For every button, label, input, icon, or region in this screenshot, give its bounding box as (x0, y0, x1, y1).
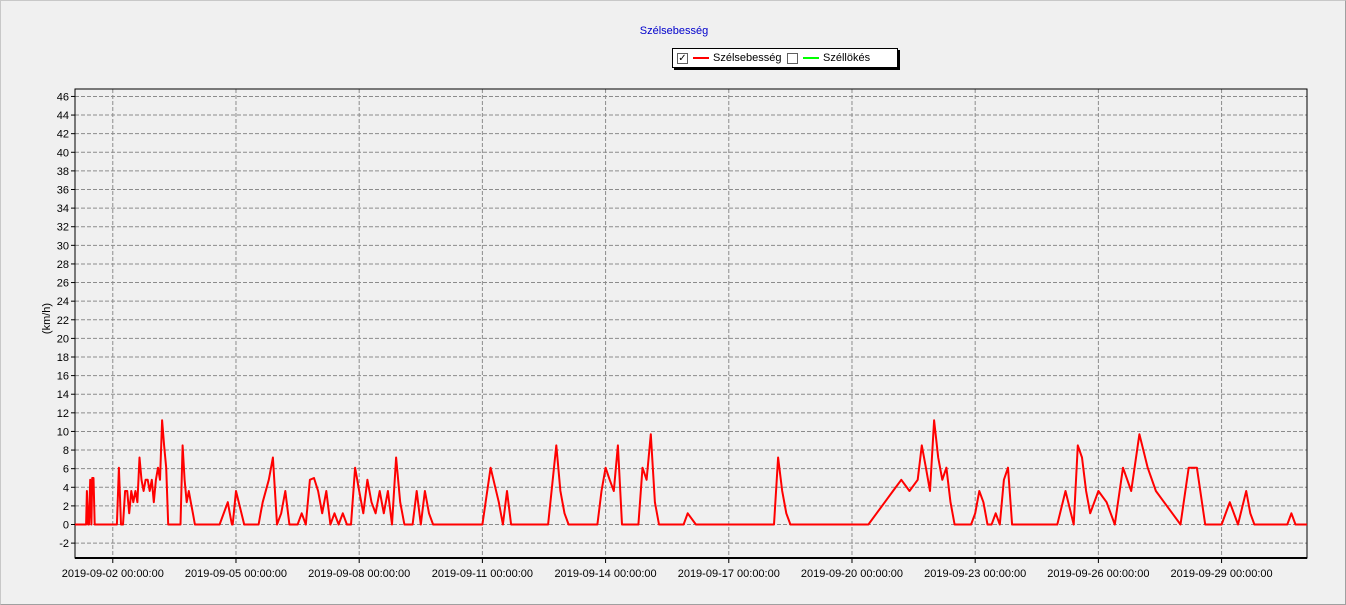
x-tick-label: 2019-09-02 00:00:00 (62, 568, 164, 580)
y-tick-label: 42 (57, 129, 69, 141)
y-tick-label: 36 (57, 185, 69, 197)
y-axis-label: (km/h) (41, 303, 53, 334)
y-tick-label: 16 (57, 371, 69, 383)
y-tick-label: 26 (57, 278, 69, 290)
x-tick-label: 2019-09-08 00:00:00 (308, 568, 410, 580)
y-tick-label: 4 (63, 482, 69, 494)
y-tick-label: 24 (57, 296, 69, 308)
y-tick-label: 8 (63, 445, 69, 457)
x-tick-label: 2019-09-23 00:00:00 (924, 568, 1026, 580)
y-tick-label: 32 (57, 222, 69, 234)
y-tick-label: 14 (57, 389, 69, 401)
y-tick-label: 34 (57, 203, 69, 215)
y-tick-label: 30 (57, 240, 69, 252)
x-tick-label: 2019-09-14 00:00:00 (555, 568, 657, 580)
x-tick-label: 2019-09-11 00:00:00 (432, 568, 533, 580)
y-tick-label: 22 (57, 315, 69, 327)
y-tick-label: 46 (57, 91, 69, 103)
x-tick-label: 2019-09-20 00:00:00 (801, 568, 903, 580)
y-tick-label: 12 (57, 408, 69, 420)
x-tick-label: 2019-09-05 00:00:00 (185, 568, 287, 580)
y-tick-label: -2 (59, 538, 69, 550)
y-tick-label: 6 (63, 464, 69, 476)
y-tick-label: 10 (57, 426, 69, 438)
y-tick-label: 2 (63, 501, 69, 513)
y-tick-label: 20 (57, 333, 69, 345)
y-tick-label: 28 (57, 259, 69, 271)
y-tick-label: 40 (57, 147, 69, 159)
y-tick-label: 0 (63, 520, 69, 532)
y-tick-label: 38 (57, 166, 69, 178)
y-tick-label: 44 (57, 110, 69, 122)
x-tick-label: 2019-09-26 00:00:00 (1047, 568, 1149, 580)
x-tick-label: 2019-09-29 00:00:00 (1171, 568, 1273, 580)
x-tick-label: 2019-09-17 00:00:00 (678, 568, 780, 580)
chart-svg: -202468101214161820222426283032343638404… (41, 88, 1308, 580)
y-tick-label: 18 (57, 352, 69, 364)
